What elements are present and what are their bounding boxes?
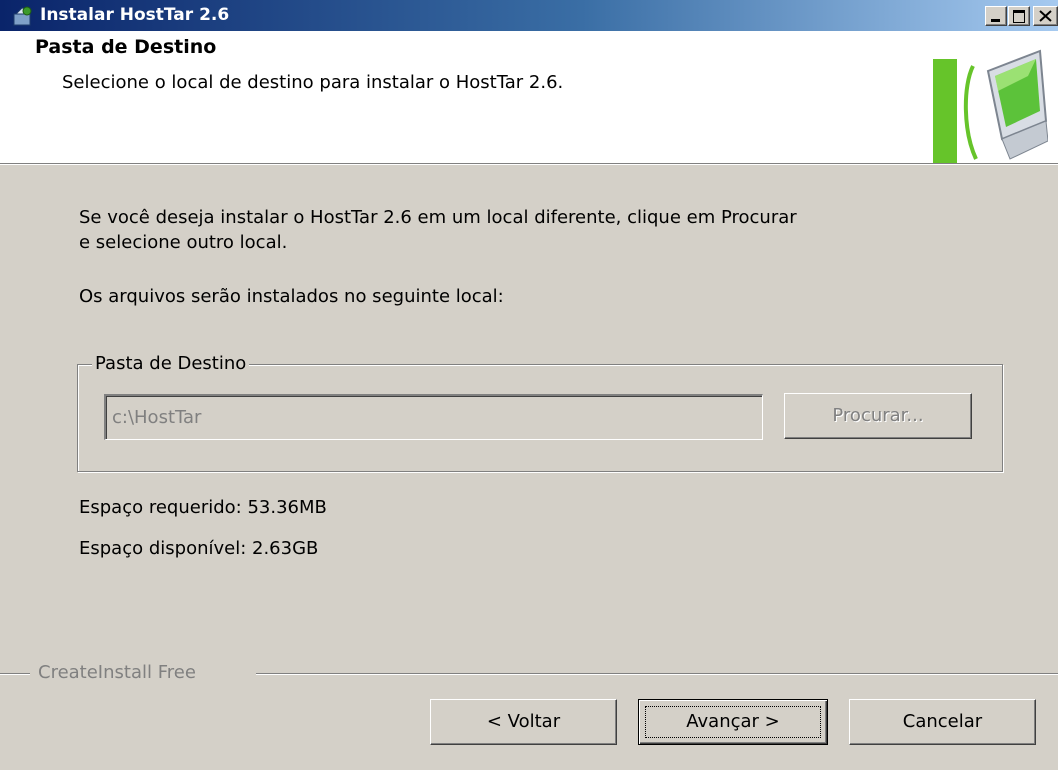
minimize-icon[interactable] bbox=[985, 6, 1007, 26]
close-icon[interactable] bbox=[1033, 6, 1058, 26]
branding-divider-right bbox=[256, 673, 1058, 675]
header-separator bbox=[0, 163, 1058, 165]
cancel-button[interactable]: Cancelar bbox=[849, 699, 1036, 745]
back-button[interactable]: < Voltar bbox=[430, 699, 617, 745]
browse-button[interactable]: Procurar... bbox=[784, 393, 972, 439]
space-available-text: Espaço disponível: 2.63GB bbox=[79, 538, 319, 559]
branding-divider-left bbox=[0, 673, 30, 675]
next-button[interactable]: Avançar > bbox=[638, 699, 828, 745]
page-subtitle: Selecione o local de destino para instal… bbox=[62, 72, 564, 93]
instruction-text-line2: e selecione outro local. bbox=[79, 232, 288, 253]
browse-button-label: Procurar... bbox=[832, 405, 924, 426]
group-label: Pasta de Destino bbox=[92, 353, 250, 374]
installer-window: Instalar HostTar 2.6 Pasta de Destino Se… bbox=[0, 0, 1058, 770]
branding-text: CreateInstall Free bbox=[38, 662, 196, 683]
destination-path-input[interactable] bbox=[104, 394, 763, 440]
maximize-icon[interactable] bbox=[1008, 6, 1030, 26]
installer-app-icon bbox=[13, 6, 32, 26]
next-button-label: Avançar > bbox=[686, 711, 780, 732]
space-required-text: Espaço requerido: 53.36MB bbox=[79, 497, 327, 518]
instruction-text-line1: Se você deseja instalar o HostTar 2.6 em… bbox=[79, 207, 797, 228]
install-location-text: Os arquivos serão instalados no seguinte… bbox=[79, 286, 504, 307]
page-title: Pasta de Destino bbox=[35, 36, 217, 58]
computer-monitor-icon bbox=[933, 49, 1048, 163]
window-title: Instalar HostTar 2.6 bbox=[40, 5, 230, 25]
title-bar[interactable]: Instalar HostTar 2.6 bbox=[0, 0, 1058, 31]
cancel-button-label: Cancelar bbox=[902, 711, 983, 732]
back-button-label: < Voltar bbox=[486, 711, 561, 732]
